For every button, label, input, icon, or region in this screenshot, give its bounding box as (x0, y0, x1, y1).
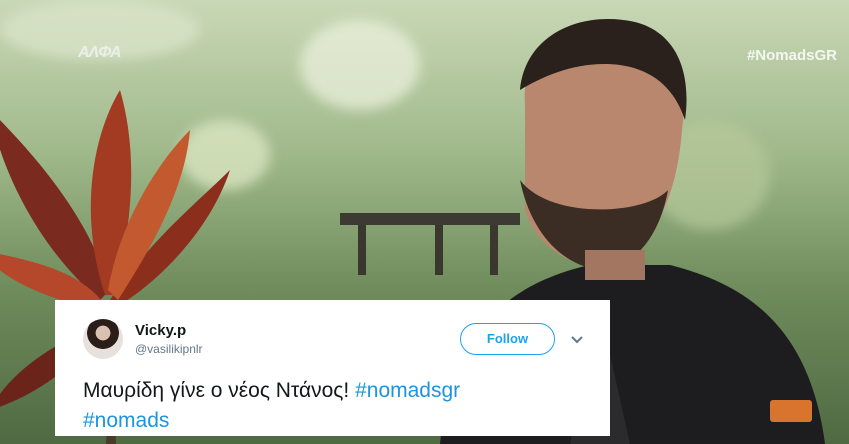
user-name[interactable]: Vicky.p (135, 322, 186, 339)
hashtag-link[interactable]: #nomadsgr (355, 379, 460, 402)
chevron-down-icon[interactable] (570, 332, 584, 346)
avatar[interactable] (83, 319, 123, 359)
tweet-body: Μαυρίδη γίνε ο νέος Ντάνος! (83, 379, 350, 402)
tweet-card: Vicky.p @vasilikipnlr Follow Μαυρίδη γίν… (55, 300, 610, 436)
user-handle[interactable]: @vasilikipnlr (135, 342, 203, 356)
hashtag-watermark: #NomadsGR (746, 47, 837, 64)
follow-button[interactable]: Follow (460, 323, 555, 355)
channel-logo: ΑΛΦΑ (78, 44, 121, 61)
tweet-text: Μαυρίδη γίνε ο νέος Ντάνος! #nomadsgr #n… (83, 376, 603, 436)
hashtag-link[interactable]: #nomads (83, 409, 169, 432)
background-light (300, 20, 420, 110)
